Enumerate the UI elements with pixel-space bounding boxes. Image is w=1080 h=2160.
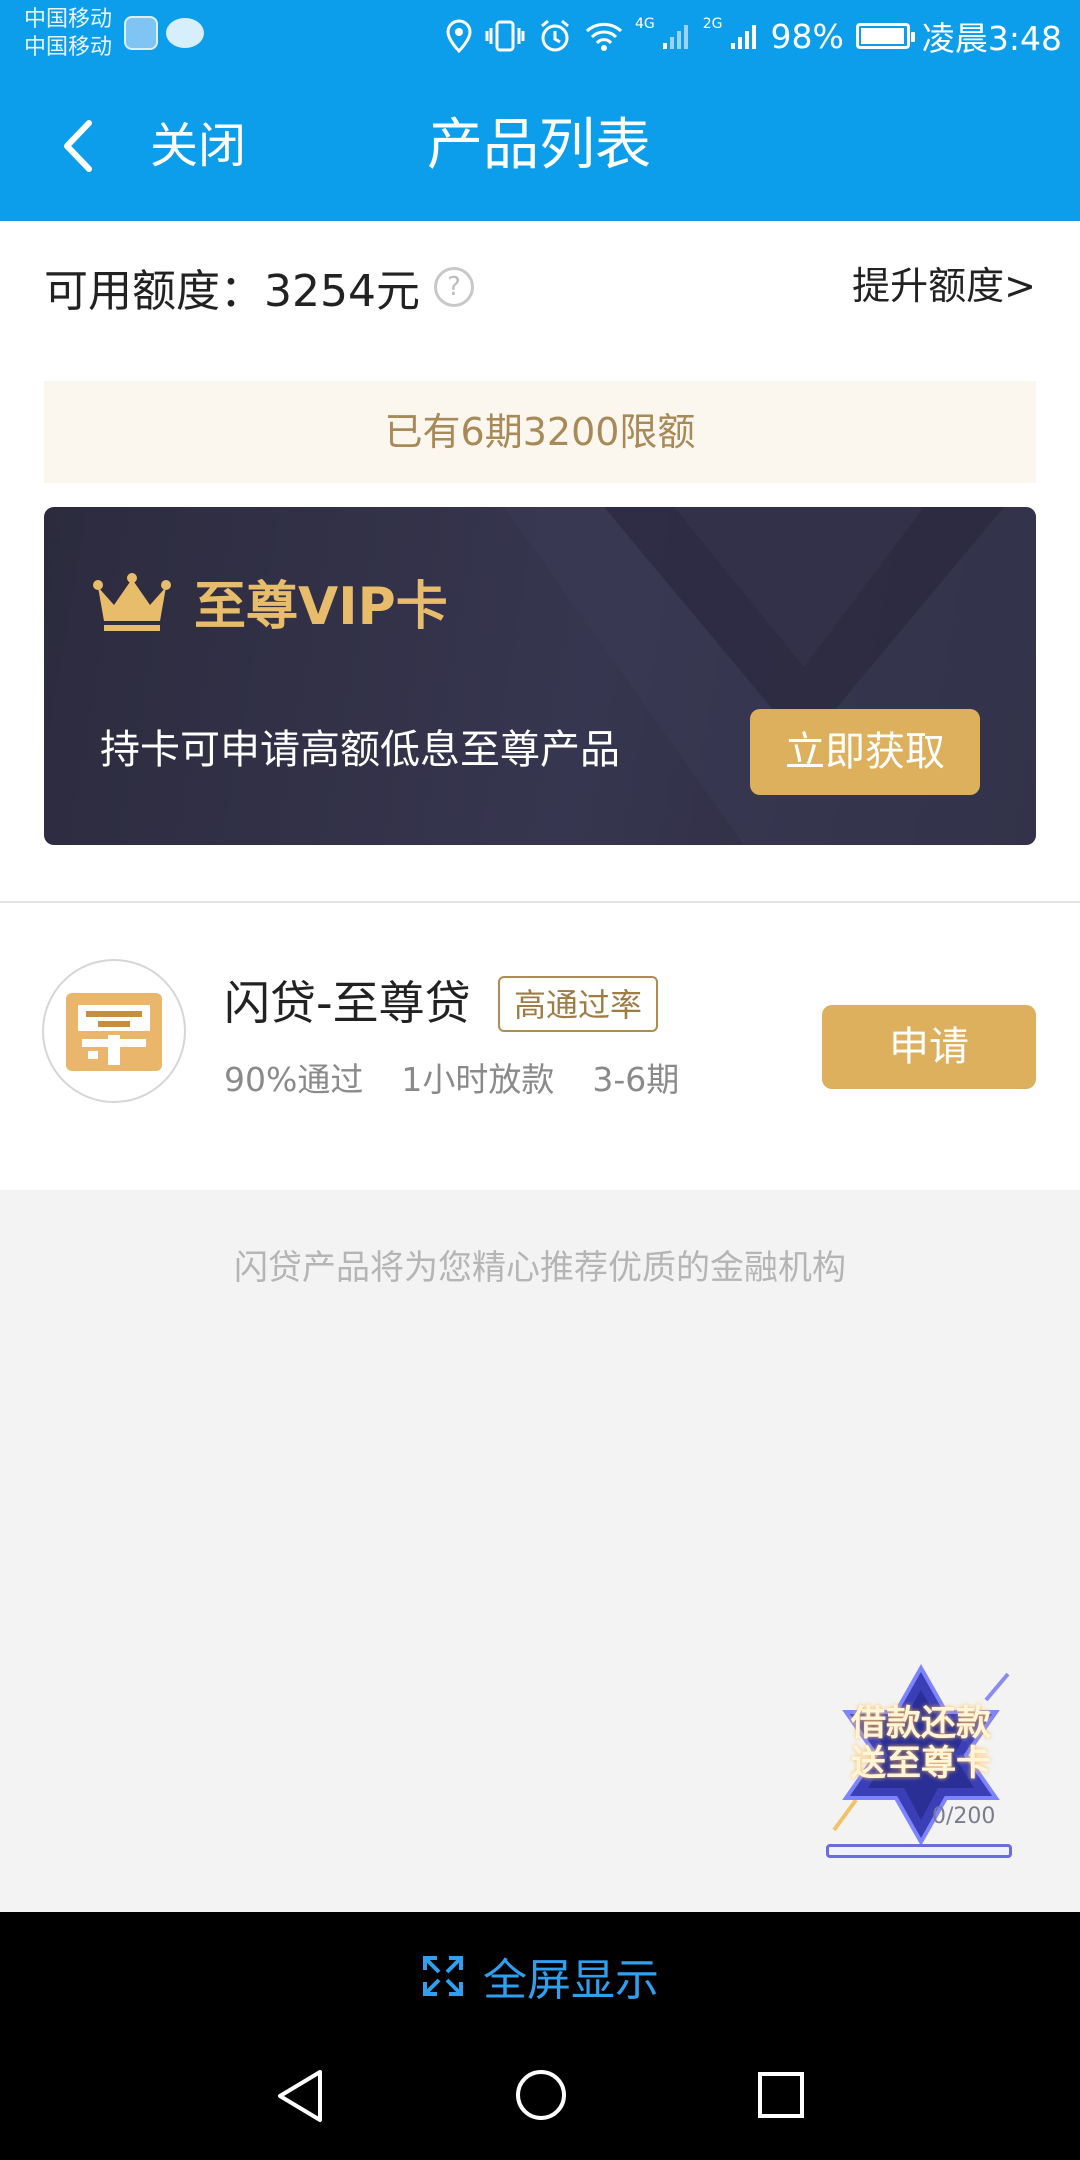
vip-card-banner[interactable]: 至尊VIP卡 持卡可申请高额低息至尊产品 立即获取	[44, 507, 1036, 845]
app-notification-icon	[124, 16, 158, 50]
title-bar: 关闭 产品列表	[0, 72, 1080, 221]
get-vip-button[interactable]: 立即获取	[750, 709, 980, 795]
location-icon	[446, 19, 472, 53]
promo-badge[interactable]: 借款还款 送至尊卡 0/200	[806, 1648, 1036, 1868]
message-bubble-icon	[166, 18, 204, 48]
signal-full-icon	[730, 25, 756, 49]
zun-logo-icon	[66, 993, 162, 1071]
available-quota-label: 可用额度：3254元	[44, 266, 420, 317]
status-indicators: 4G 2G 98% 凌晨3:48	[445, 10, 1062, 62]
alarm-icon	[541, 19, 569, 52]
promo-badge-line2: 送至尊卡	[850, 1744, 991, 1784]
quota-section: 可用额度：3254元 ? 提升额度> 已有6期3200限额 至尊VIP卡 持卡可…	[0, 221, 1080, 901]
apply-button[interactable]: 申请	[822, 1005, 1036, 1089]
vip-card-description: 持卡可申请高额低息至尊产品	[100, 727, 620, 773]
battery-icon	[855, 23, 915, 49]
product-pass-rate: 90%通过	[224, 1060, 364, 1099]
promo-progress-bar	[826, 1844, 1012, 1858]
promo-badge-line1: 借款还款	[850, 1704, 991, 1744]
nav-recents-icon[interactable]	[756, 2070, 806, 2120]
system-nav-bar	[0, 2040, 1080, 2160]
vip-card-title: 至尊VIP卡	[194, 577, 448, 637]
product-tag: 高通过率	[498, 976, 659, 1032]
help-icon[interactable]: ?	[433, 267, 474, 307]
vibrate-icon	[485, 20, 525, 52]
wifi-icon	[585, 22, 623, 51]
nav-back-icon[interactable]	[272, 2066, 328, 2126]
page-title: 产品列表	[0, 110, 1080, 182]
battery-percent: 98%	[770, 16, 844, 56]
carrier-1: 中国移动	[24, 7, 113, 32]
limit-notice: 已有6期3200限额	[44, 381, 1036, 483]
carrier-names: 中国移动 中国移动	[24, 6, 112, 62]
nav-home-icon[interactable]	[514, 2068, 568, 2122]
page-title-text: 产品列表	[427, 113, 651, 178]
network-type-2g: 2G	[702, 16, 723, 32]
product-name[interactable]: 闪贷-至尊贷	[224, 967, 471, 1033]
product-terms: 3-6期	[592, 1060, 680, 1099]
carrier-2: 中国移动	[24, 35, 113, 60]
product-meta: 90%通过 1小时放款 3-6期	[224, 1053, 679, 1101]
crown-icon	[93, 573, 171, 631]
network-type-4g: 4G	[635, 16, 655, 32]
notification-icons	[124, 16, 204, 50]
fullscreen-button[interactable]: 全屏显示	[0, 1912, 1080, 2040]
signal-weak-icon	[662, 25, 688, 49]
expand-icon	[423, 1956, 463, 1996]
status-bar: 中国移动 中国移动 4G 2G 98% 凌晨3:48	[0, 0, 1080, 72]
raise-quota-link[interactable]: 提升额度>	[852, 255, 1036, 310]
product-loan-time: 1小时放款	[401, 1060, 555, 1099]
promo-badge-count: 0/200	[932, 1804, 996, 1829]
clock: 凌晨3:48	[921, 19, 1062, 58]
product-logo	[42, 959, 186, 1103]
fullscreen-label: 全屏显示	[483, 1955, 659, 2006]
footer-hint: 闪贷产品将为您精心推荐优质的金融机构	[234, 1248, 846, 1288]
available-quota: 可用额度：3254元 ?	[44, 255, 474, 319]
promo-badge-text: 借款还款 送至尊卡	[836, 1704, 1006, 1784]
product-list: 闪贷-至尊贷 高通过率 90%通过 1小时放款 3-6期 申请	[0, 903, 1080, 1190]
